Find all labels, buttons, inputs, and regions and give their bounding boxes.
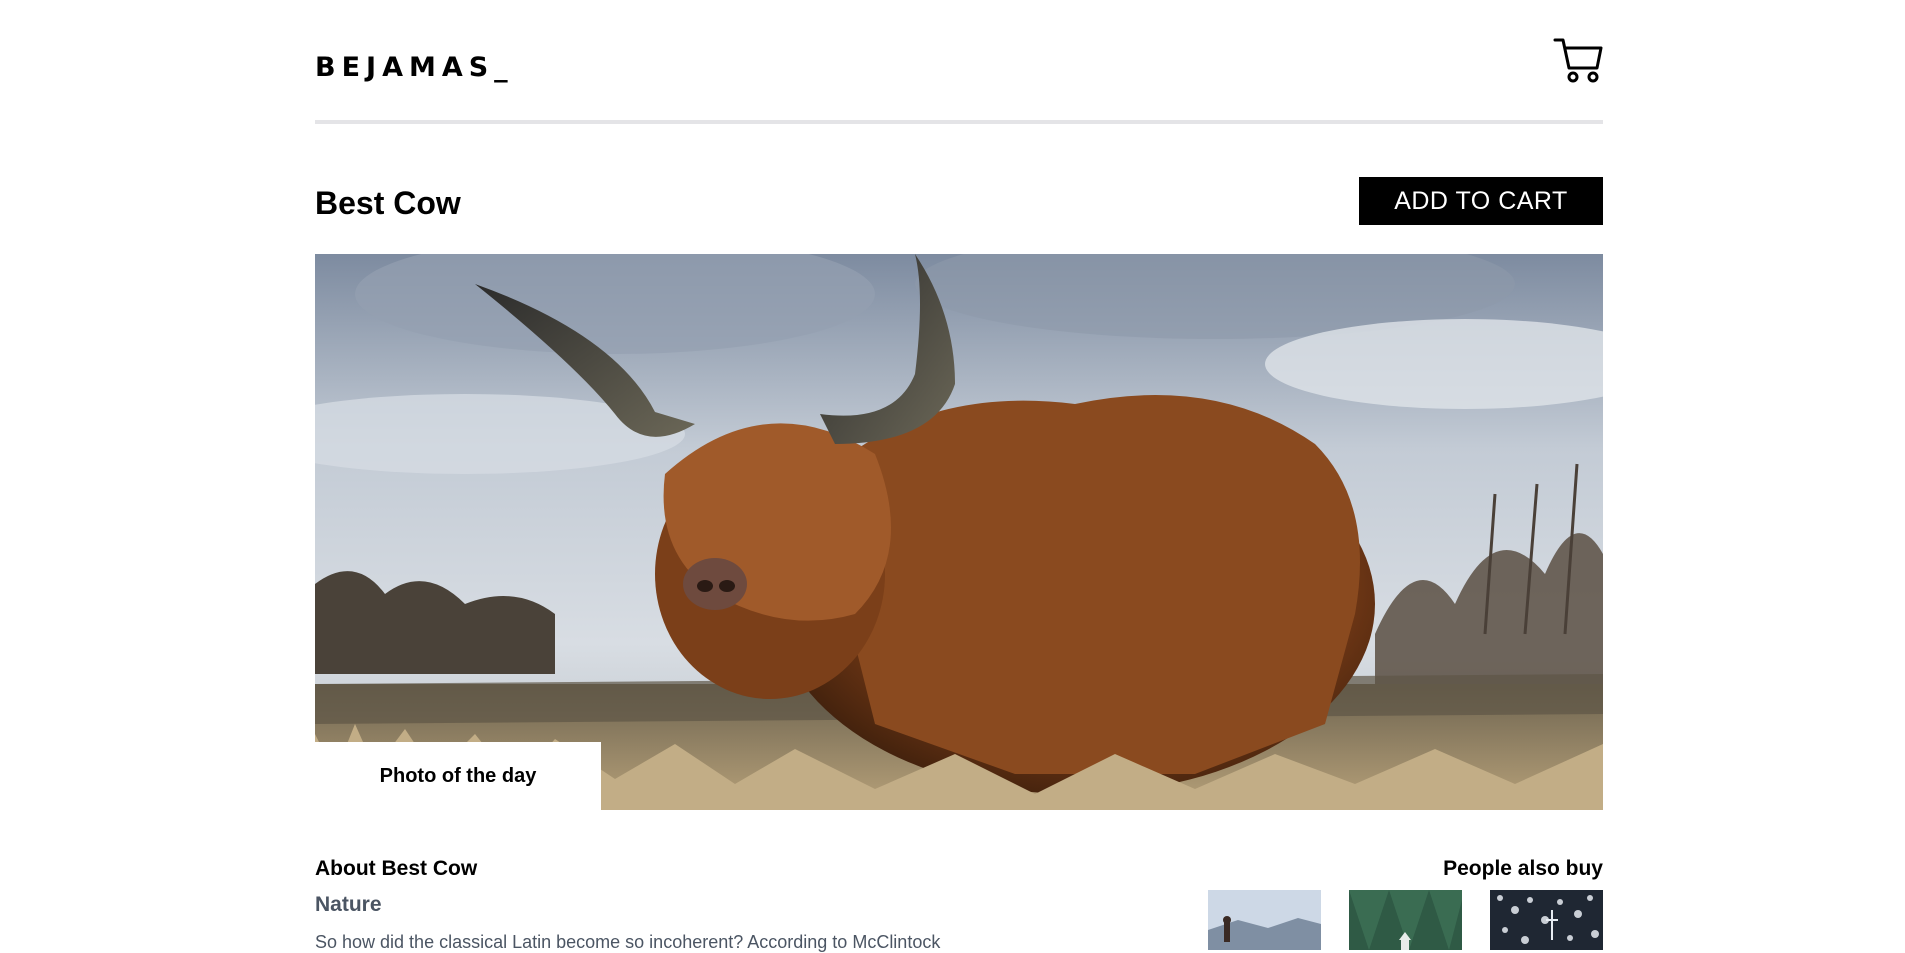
product-title-row: Best Cow ADD TO CART <box>315 124 1603 254</box>
shopping-cart-icon[interactable] <box>1553 36 1603 84</box>
add-to-cart-button[interactable]: ADD TO CART <box>1359 177 1603 225</box>
mountain-person-thumbnail[interactable] <box>1208 890 1321 950</box>
site-header: BEJAMAS_ <box>315 0 1603 124</box>
brand-logo[interactable]: BEJAMAS_ <box>315 52 514 83</box>
product-description: So how did the classical Latin become so… <box>315 932 941 952</box>
people-also-buy-list <box>1208 890 1603 950</box>
page-container: BEJAMAS_ Best Cow ADD TO CART Photo of t… <box>315 0 1603 952</box>
about-title: About Best Cow <box>315 857 478 880</box>
photo-of-the-day-badge: Photo of the day <box>315 742 601 810</box>
forest-house-thumbnail[interactable] <box>1349 890 1462 950</box>
snow-forest-thumbnail[interactable] <box>1490 890 1603 950</box>
product-category: Nature <box>315 893 382 916</box>
featured-product-image: Photo of the day <box>315 254 1603 810</box>
product-title: Best Cow <box>315 185 461 221</box>
people-also-buy-title: People also buy <box>1443 857 1603 880</box>
